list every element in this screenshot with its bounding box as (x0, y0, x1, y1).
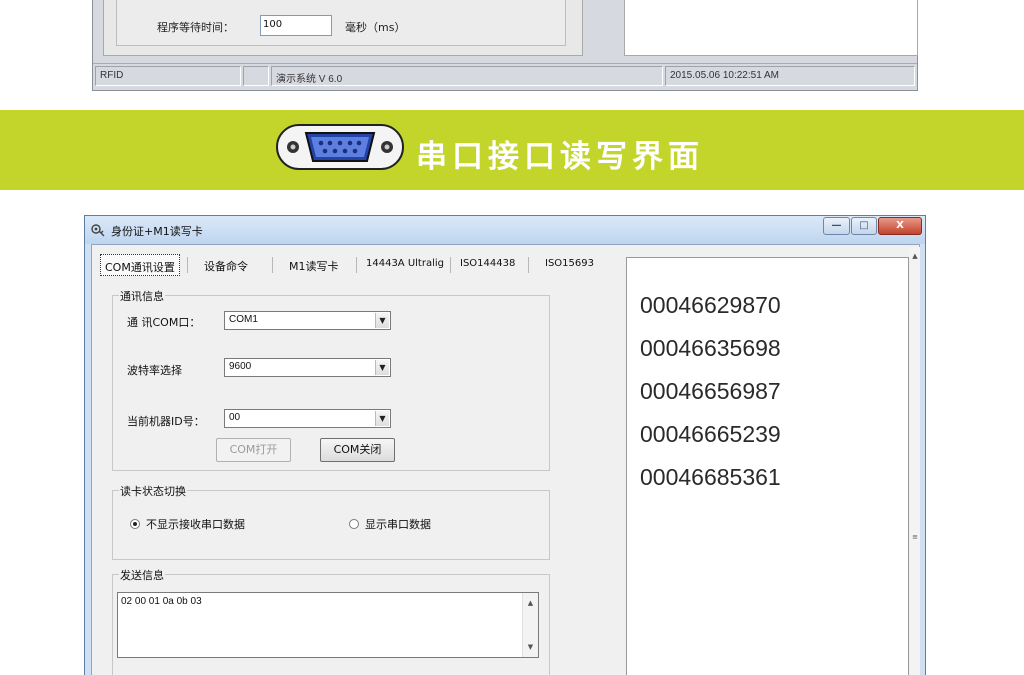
maximize-button[interactable]: □ (851, 217, 877, 235)
tab-separator (187, 257, 188, 273)
settings-panel: 程序等待时间： 100 毫秒（ms） (103, 0, 583, 56)
read-status-group-title: 读卡状态切换 (119, 483, 187, 499)
output-panel-top (624, 0, 918, 56)
chevron-down-icon[interactable]: ▼ (375, 360, 389, 375)
comm-info-group: 通讯信息 通 讯COM口： COM1 ▼ 波特率选择 9600 ▼ 当前机器ID… (112, 288, 550, 471)
com-port-select[interactable]: COM1 ▼ (224, 311, 391, 330)
scroll-grip-icon[interactable]: ≡ (910, 530, 920, 544)
device-id-select[interactable]: 00 ▼ (224, 409, 391, 428)
device-id-label: 当前机器ID号： (127, 415, 205, 428)
main-app-window: 身份证+M1读写卡 — □ X COM通讯设置 设备命令 M1读写卡 14443… (84, 215, 926, 675)
output-line: 00046635698 (640, 335, 781, 361)
card-output-panel: 00046629870 00046635698 00046656987 0004… (626, 257, 909, 675)
tab-strip: COM通讯设置 设备命令 M1读写卡 14443A Ultralig ISO14… (100, 254, 610, 276)
tab-com-settings[interactable]: COM通讯设置 (100, 254, 180, 276)
tab-14443a-ultralight[interactable]: 14443A Ultralig (362, 254, 448, 276)
section-banner: 串口接口读写界面 (0, 110, 1024, 190)
chevron-down-icon[interactable]: ▼ (375, 313, 389, 328)
read-status-group: 读卡状态切换 不显示接收串口数据 显示串口数据 (112, 483, 550, 560)
wait-time-unit: 毫秒（ms） (345, 21, 406, 34)
status-cell-app: RFID (95, 66, 241, 86)
window-client-area: COM通讯设置 设备命令 M1读写卡 14443A Ultralig ISO14… (91, 244, 920, 675)
hide-serial-data-label[interactable]: 不显示接收串口数据 (146, 516, 245, 532)
device-id-value: 00 (229, 412, 241, 423)
scroll-down-icon[interactable]: ▼ (523, 640, 538, 654)
minimize-button[interactable]: — (823, 217, 850, 235)
tab-iso144438[interactable]: ISO144438 (456, 254, 519, 276)
status-cell-datetime: 2015.05.06 10:22:51 AM (665, 66, 915, 86)
baud-rate-value: 9600 (229, 361, 252, 372)
tab-separator (356, 257, 357, 273)
baud-rate-select[interactable]: 9600 ▼ (224, 358, 391, 377)
send-info-group-title: 发送信息 (119, 567, 165, 583)
com-port-value: COM1 (229, 314, 258, 325)
close-button[interactable]: X (878, 217, 922, 235)
output-line: 00046665239 (640, 421, 781, 447)
wait-time-input[interactable]: 100 (260, 15, 332, 36)
settings-inner-group: 程序等待时间： 100 毫秒（ms） (116, 0, 566, 46)
tab-separator (450, 257, 451, 273)
send-data-text: 02 00 01 0a 0b 03 (121, 596, 202, 607)
status-cell-blank (243, 66, 269, 86)
scroll-up-icon[interactable]: ▲ (910, 249, 920, 263)
title-bar[interactable]: 身份证+M1读写卡 — □ X (85, 216, 925, 244)
previous-app-window: 程序等待时间： 100 毫秒（ms） RFID 演示系统 V 6.0 2015.… (92, 0, 918, 91)
window-title: 身份证+M1读写卡 (111, 225, 203, 238)
output-line: 00046629870 (640, 292, 781, 318)
tab-iso15693[interactable]: ISO15693 (541, 254, 598, 276)
hide-serial-data-radio[interactable] (130, 519, 140, 529)
output-line: 00046685361 (640, 464, 781, 490)
send-data-textarea[interactable]: 02 00 01 0a 0b 03 ▲ ▼ (117, 592, 539, 658)
send-info-group: 发送信息 02 00 01 0a 0b 03 ▲ ▼ (112, 567, 550, 675)
tab-separator (272, 257, 273, 273)
send-data-scrollbar[interactable]: ▲ ▼ (522, 593, 538, 657)
tab-device-commands[interactable]: 设备命令 (200, 254, 252, 276)
tab-separator (528, 257, 529, 273)
comm-info-group-title: 通讯信息 (119, 288, 165, 304)
banner-title: 串口接口读写界面 (416, 139, 704, 175)
serial-connector-icon (276, 124, 404, 170)
wait-time-label: 程序等待时间： (157, 21, 234, 34)
scroll-up-icon[interactable]: ▲ (523, 596, 538, 610)
status-bar: RFID 演示系统 V 6.0 2015.05.06 10:22:51 AM (93, 63, 917, 87)
com-port-label: 通 讯COM口： (127, 316, 201, 329)
com-open-button[interactable]: COM打开 (216, 438, 291, 462)
app-icon (91, 224, 105, 237)
show-serial-data-label[interactable]: 显示串口数据 (365, 516, 431, 532)
com-close-button[interactable]: COM关闭 (320, 438, 395, 462)
output-line: 00046656987 (640, 378, 781, 404)
baud-rate-label: 波特率选择 (127, 364, 182, 377)
output-scrollbar[interactable]: ▲ ≡ (910, 247, 920, 675)
chevron-down-icon[interactable]: ▼ (375, 411, 389, 426)
status-cell-version: 演示系统 V 6.0 (271, 66, 663, 86)
tab-m1-read-write[interactable]: M1读写卡 (285, 254, 343, 276)
show-serial-data-radio[interactable] (349, 519, 359, 529)
